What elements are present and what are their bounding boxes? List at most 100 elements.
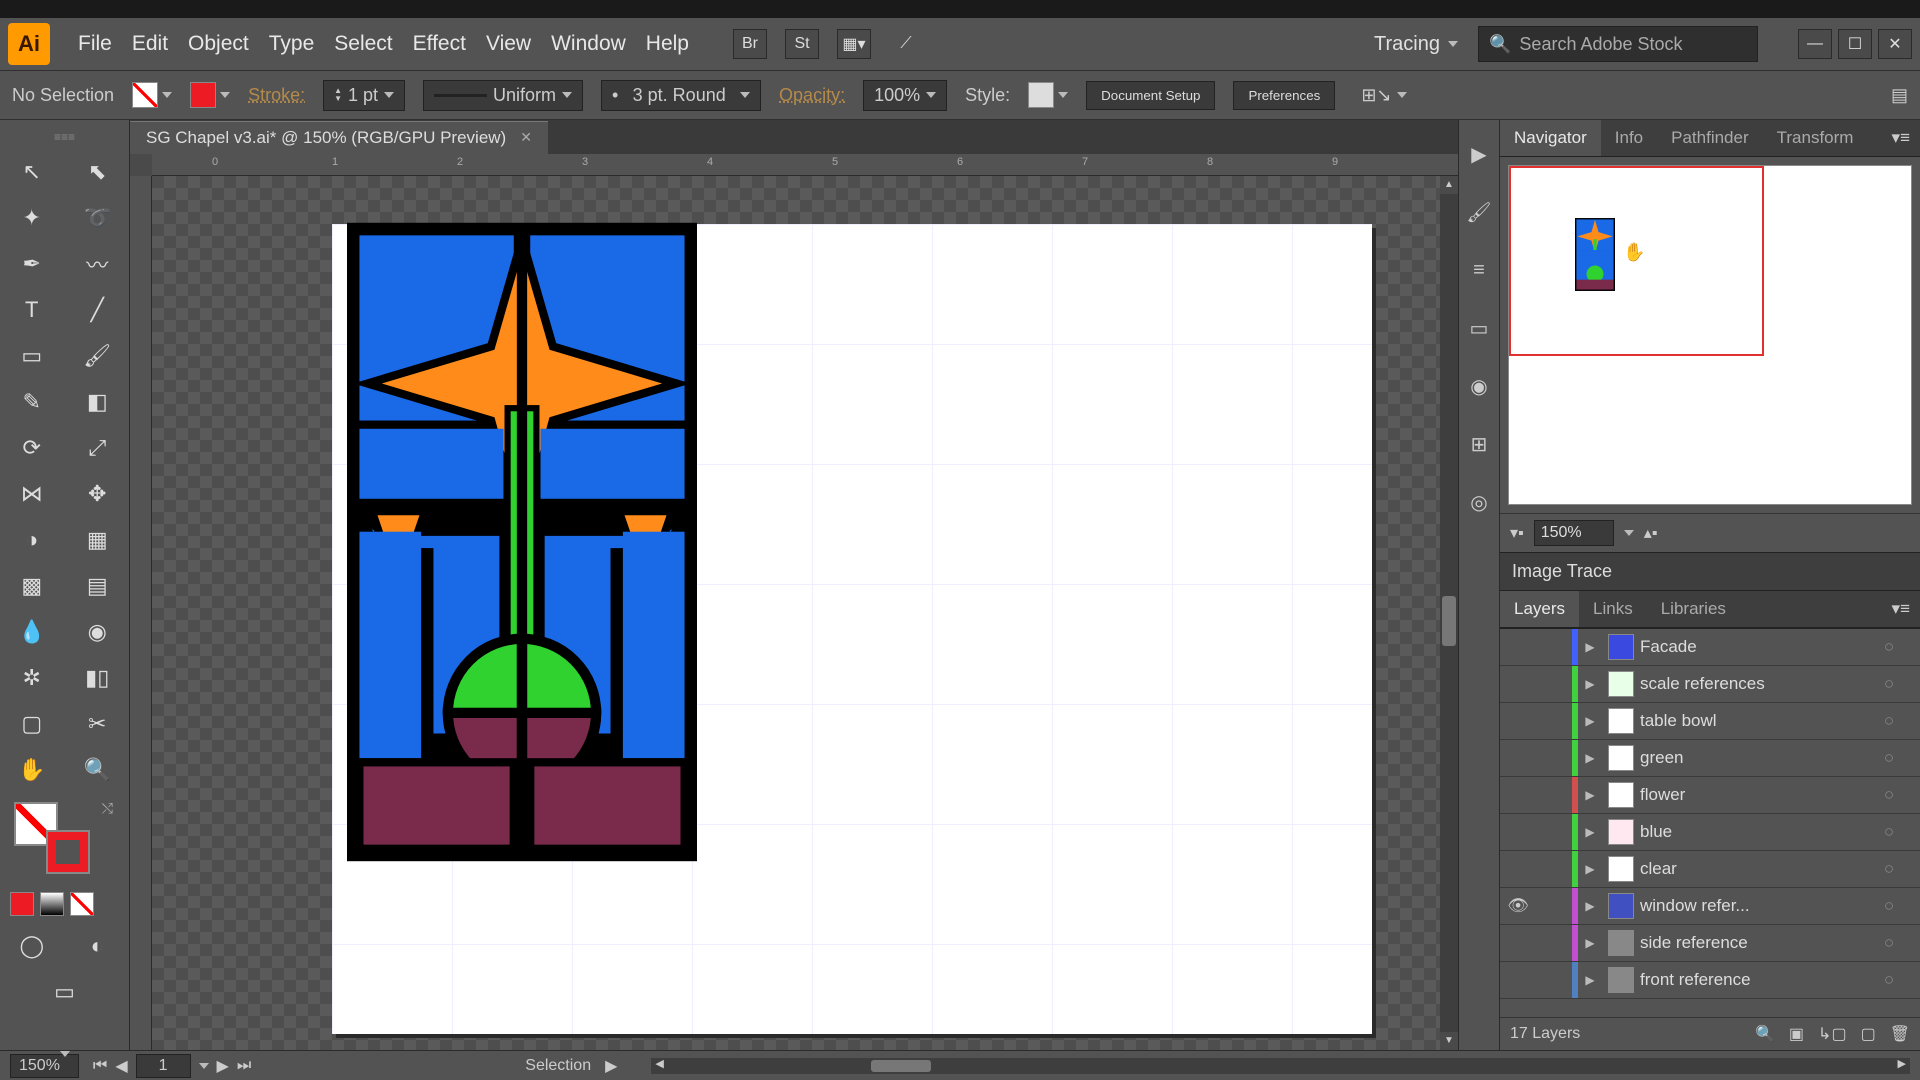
- target-icon[interactable]: ○: [1874, 748, 1904, 768]
- visibility-toggle[interactable]: 👁: [1500, 896, 1536, 916]
- target-icon[interactable]: ○: [1874, 859, 1904, 879]
- layer-row[interactable]: ▶front reference○: [1500, 962, 1920, 999]
- menu-file[interactable]: File: [78, 32, 112, 56]
- horizontal-scrollbar[interactable]: ◀ ▶: [651, 1058, 1910, 1074]
- tab-links[interactable]: Links: [1579, 591, 1647, 627]
- status-menu-icon[interactable]: ▶: [605, 1056, 617, 1076]
- target-icon[interactable]: ○: [1874, 933, 1904, 953]
- layer-name[interactable]: scale references: [1640, 674, 1874, 694]
- eyedropper-tool[interactable]: 💧: [0, 610, 64, 654]
- arrange-docs-icon[interactable]: ▦▾: [837, 29, 871, 59]
- stroke-weight-input[interactable]: ▲▼ 1 pt: [323, 80, 405, 111]
- layer-name[interactable]: table bowl: [1640, 711, 1874, 731]
- gradient-panel-icon[interactable]: ▭: [1465, 314, 1493, 342]
- document-setup-button[interactable]: Document Setup: [1086, 81, 1215, 110]
- width-tool[interactable]: ⋈: [0, 472, 64, 516]
- pen-tool[interactable]: ✒: [0, 242, 64, 286]
- navigator-preview[interactable]: ✋: [1508, 165, 1912, 505]
- target-icon[interactable]: ○: [1874, 711, 1904, 731]
- transparency-panel-icon[interactable]: ◉: [1465, 372, 1493, 400]
- control-menu-icon[interactable]: ▤: [1891, 85, 1908, 106]
- zoom-in-icon[interactable]: ▴▪: [1644, 523, 1658, 543]
- target-icon[interactable]: ○: [1874, 970, 1904, 990]
- target-icon[interactable]: ○: [1874, 674, 1904, 694]
- tab-libraries[interactable]: Libraries: [1647, 591, 1740, 627]
- document-tab[interactable]: SG Chapel v3.ai* @ 150% (RGB/GPU Preview…: [130, 121, 548, 154]
- zoom-tool[interactable]: 🔍: [66, 748, 130, 792]
- paintbrush-tool[interactable]: 🖌: [66, 334, 130, 378]
- zoom-level[interactable]: 150%: [10, 1054, 79, 1078]
- direct-selection-tool[interactable]: ⬉: [66, 150, 130, 194]
- gpu-icon[interactable]: ⟋: [889, 29, 923, 59]
- stroke-label[interactable]: Stroke:: [248, 85, 305, 106]
- clip-mask-icon[interactable]: ▣: [1789, 1024, 1804, 1044]
- selection-tool[interactable]: ↖: [0, 150, 64, 194]
- layer-name[interactable]: side reference: [1640, 933, 1874, 953]
- play-icon[interactable]: ▶: [1465, 140, 1493, 168]
- scroll-right-arrow[interactable]: ▶: [1898, 1057, 1906, 1070]
- layer-row[interactable]: ▶flower○: [1500, 777, 1920, 814]
- screen-mode-icon[interactable]: ▭: [0, 970, 129, 1014]
- hand-tool[interactable]: ✋: [0, 748, 64, 792]
- fill-stroke-control[interactable]: ⤭: [0, 794, 129, 884]
- layer-row[interactable]: 👁▶window refer...○: [1500, 888, 1920, 925]
- curvature-tool[interactable]: 〰: [66, 242, 130, 286]
- new-layer-icon[interactable]: ▢: [1861, 1024, 1876, 1044]
- magic-wand-tool[interactable]: ✦: [0, 196, 64, 240]
- panel-menu-icon[interactable]: ▾≡: [1882, 591, 1920, 627]
- menu-effect[interactable]: Effect: [413, 32, 466, 56]
- chevron-down-icon[interactable]: [1058, 92, 1068, 98]
- expand-layer-icon[interactable]: ▶: [1578, 677, 1602, 691]
- expand-layer-icon[interactable]: ▶: [1578, 640, 1602, 654]
- chevron-down-icon[interactable]: [220, 92, 230, 98]
- target-icon[interactable]: ○: [1874, 822, 1904, 842]
- slice-tool[interactable]: ✂: [66, 702, 130, 746]
- locate-layer-icon[interactable]: 🔍: [1755, 1024, 1775, 1044]
- symbol-sprayer-tool[interactable]: ✲: [0, 656, 64, 700]
- color-mode-none[interactable]: [70, 892, 94, 916]
- expand-layer-icon[interactable]: ▶: [1578, 788, 1602, 802]
- opacity-label[interactable]: Opacity:: [779, 85, 845, 106]
- layer-name[interactable]: blue: [1640, 822, 1874, 842]
- symbols-panel-icon[interactable]: ⊞: [1465, 430, 1493, 458]
- style-swatch[interactable]: [1028, 82, 1054, 108]
- scroll-up-arrow[interactable]: ▲: [1440, 176, 1458, 194]
- type-tool[interactable]: T: [0, 288, 64, 332]
- swap-fill-stroke-icon[interactable]: ⤭: [102, 800, 113, 817]
- menu-object[interactable]: Object: [188, 32, 249, 56]
- layer-name[interactable]: window refer...: [1640, 896, 1874, 916]
- image-trace-panel-header[interactable]: Image Trace: [1500, 552, 1920, 591]
- layer-name[interactable]: Facade: [1640, 637, 1874, 657]
- shape-builder-tool[interactable]: ◑: [0, 518, 64, 562]
- layer-name[interactable]: clear: [1640, 859, 1874, 879]
- last-artboard-icon[interactable]: ⏭: [237, 1057, 251, 1075]
- opacity-input[interactable]: 100%: [863, 80, 947, 111]
- next-artboard-icon[interactable]: ▶: [217, 1056, 229, 1076]
- layer-row[interactable]: ▶ side reference○: [1500, 925, 1920, 962]
- workspace-switcher[interactable]: Tracing: [1374, 33, 1458, 56]
- line-tool[interactable]: ╱: [66, 288, 130, 332]
- draw-behind-icon[interactable]: ◐: [66, 924, 130, 968]
- close-icon[interactable]: ✕: [520, 129, 532, 146]
- brush-panel-icon[interactable]: 🖌: [1465, 198, 1493, 226]
- chevron-down-icon[interactable]: [162, 92, 172, 98]
- scroll-left-arrow[interactable]: ◀: [655, 1057, 663, 1070]
- rotate-tool[interactable]: ⟳: [0, 426, 64, 470]
- expand-layer-icon[interactable]: ▶: [1578, 936, 1602, 950]
- scrollbar-thumb[interactable]: [871, 1060, 931, 1072]
- mesh-tool[interactable]: ▩: [0, 564, 64, 608]
- scroll-down-arrow[interactable]: ▼: [1440, 1032, 1458, 1050]
- bridge-icon[interactable]: Br: [733, 29, 767, 59]
- tab-layers[interactable]: Layers: [1500, 591, 1579, 627]
- layer-row[interactable]: ▶ scale references○: [1500, 666, 1920, 703]
- stroke-swatch[interactable]: [190, 82, 216, 108]
- color-mode-solid[interactable]: [10, 892, 34, 916]
- stroke-box[interactable]: [46, 830, 90, 874]
- eraser-tool[interactable]: ◧: [66, 380, 130, 424]
- chevron-down-icon[interactable]: [1624, 530, 1634, 536]
- free-transform-tool[interactable]: ✥: [66, 472, 130, 516]
- shaper-tool[interactable]: ✎: [0, 380, 64, 424]
- brush-select[interactable]: • 3 pt. Round: [601, 80, 761, 111]
- fill-swatch[interactable]: [132, 82, 158, 108]
- ruler-vertical[interactable]: [130, 176, 152, 1050]
